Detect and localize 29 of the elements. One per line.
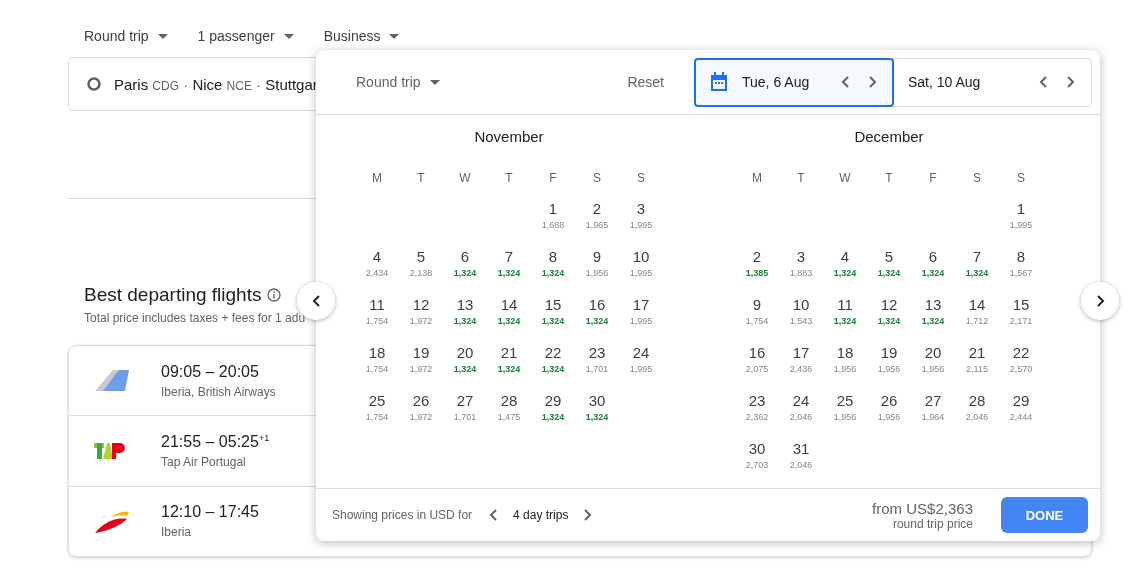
weekday-label: T xyxy=(796,171,806,187)
weekday-label: W xyxy=(838,171,852,187)
month-title: December xyxy=(853,128,925,145)
subtitle-text: Total price includes taxes + fees for 1 adu xyxy=(84,311,306,325)
weekday-label: M xyxy=(371,171,383,187)
airline-name: Tap Air Portugal xyxy=(161,455,247,470)
weekday-label: T xyxy=(504,171,514,187)
flight-times: 12:10 – 17:45 xyxy=(161,503,259,522)
weekday-label: W xyxy=(458,171,472,187)
weekday-label: S xyxy=(972,171,982,187)
price-note: round trip price xyxy=(891,516,973,531)
airline-name: Iberia xyxy=(161,525,193,540)
weekday-label: S xyxy=(636,171,646,187)
month-title: November xyxy=(473,128,545,145)
weekday-label: F xyxy=(548,171,558,187)
flight-times: 21:55 – 05:25$^{+1}$ xyxy=(161,432,270,452)
search-field-value: Paris CDG · Nice NCE · Stuttgar xyxy=(114,75,318,93)
airline-name: Iberia, British Airways xyxy=(161,384,276,399)
weekday-label: T xyxy=(884,171,894,187)
flight-times: 09:05 – 20:05 xyxy=(161,362,260,381)
weekday-label: M xyxy=(751,171,763,187)
weekday-label: F xyxy=(928,171,938,187)
section-title: Best departing flights xyxy=(84,284,262,306)
weekday-label: S xyxy=(592,171,602,187)
weekday-label: T xyxy=(416,171,426,187)
price-text: from US$2,363 xyxy=(872,499,973,517)
weekday-label: S xyxy=(1016,171,1026,187)
trip-length: 4 day trips xyxy=(513,508,569,522)
footer-note: Showing prices in USD for xyxy=(332,508,473,522)
